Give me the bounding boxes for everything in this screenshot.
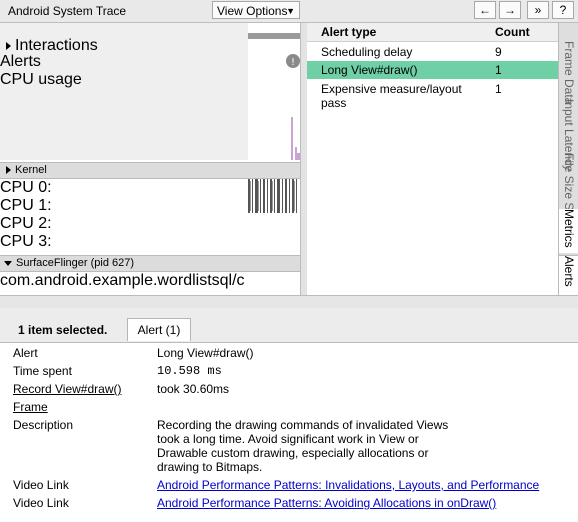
alert-value: Long View#draw() [157, 346, 254, 360]
frame-link[interactable]: Frame [13, 400, 48, 414]
cpu-3-label: CPU 3: [0, 233, 52, 250]
alert-type-cell: Scheduling delay [321, 45, 413, 59]
cpu-2-label: CPU 2: [0, 215, 52, 232]
surfaceflinger-label: SurfaceFlinger (pid 627) [16, 257, 135, 269]
expand-button[interactable]: » [527, 1, 549, 19]
cpu-slices-graphic [248, 179, 297, 213]
timeline-graphic: ! [248, 33, 300, 160]
title-bar: Android System Trace View Options ▼ ← → … [0, 0, 578, 23]
record-view-draw-link[interactable]: Record View#draw() [13, 382, 122, 396]
cpu-1-label: CPU 1: [0, 197, 52, 214]
side-tab-frame-data[interactable]: Frame Data [559, 41, 578, 104]
thread-label: com.android.example.wordlistsql/c [0, 272, 245, 289]
video-link-label: Video Link [13, 478, 69, 492]
trace-panel: Interactions Alerts CPU usage ! Kernel C… [0, 23, 300, 295]
alert-label: Alert [13, 346, 38, 360]
expand-triangle-icon [6, 41, 11, 50]
selection-count: 1 item selected. [18, 323, 108, 337]
side-tab-metrics[interactable]: Metrics [559, 209, 578, 253]
interactions-bar [248, 33, 300, 39]
timeline-overview[interactable]: ! [248, 23, 300, 160]
help-button[interactable]: ? [552, 1, 574, 19]
record-duration: took 30.60ms [157, 382, 230, 396]
time-spent-label: Time spent [13, 364, 72, 378]
alert-type-cell: Expensive measure/layout pass [321, 82, 462, 110]
cpu-track-labels: CPU 0: CPU 1: CPU 2: CPU 3: [0, 179, 248, 255]
chevron-down-icon: ▼ [286, 6, 295, 16]
tab-alert[interactable]: Alert (1) [127, 318, 191, 341]
analysis-tab-bar: 1 item selected. Alert (1) [0, 308, 578, 343]
kernel-label: Kernel [15, 164, 47, 176]
cpu-usage-spike [291, 117, 293, 160]
alert-type-cell: Long View#draw() [321, 63, 418, 77]
forward-button[interactable]: → [499, 1, 521, 19]
app-title: Android System Trace [8, 4, 127, 18]
cpu-usage-spike [295, 147, 297, 160]
expand-triangle-icon [6, 166, 11, 175]
count-header[interactable]: Count [495, 23, 530, 41]
horizontal-splitter[interactable] [0, 295, 578, 309]
description-label: Description [13, 418, 74, 432]
count-cell: 1 [495, 63, 502, 77]
count-cell: 1 [495, 82, 502, 96]
collapse-triangle-icon [4, 260, 12, 266]
side-tab-bar: Frame Data Input Latency File Size Stats… [558, 23, 578, 296]
count-cell: 9 [495, 45, 502, 59]
alert-table-header: Alert type Count [307, 23, 560, 42]
time-spent-value: 10.598 ms [157, 364, 222, 378]
side-tab-file-size-stats[interactable]: File Size Stats [559, 153, 578, 230]
alert-type-header[interactable]: Alert type [321, 23, 376, 41]
alerts-track-label: Alerts [0, 53, 41, 70]
back-button[interactable]: ← [474, 1, 496, 19]
table-row-selected[interactable]: Long View#draw() 1 [307, 61, 560, 79]
video-link-invalidations[interactable]: Android Performance Patterns: Invalidati… [157, 478, 539, 492]
surfaceflinger-track-header[interactable]: SurfaceFlinger (pid 627) [0, 255, 300, 272]
side-tab-alerts[interactable]: Alerts [559, 255, 578, 296]
interactions-label: Interactions [15, 37, 98, 54]
video-link-allocations[interactable]: Android Performance Patterns: Avoiding A… [157, 496, 496, 510]
view-options-label: View Options [217, 4, 288, 18]
svg-text:!: ! [291, 57, 295, 68]
cpu-slices[interactable] [248, 179, 300, 255]
description-text: Recording the drawing commands of invali… [157, 418, 449, 474]
video-link-label: Video Link [13, 496, 69, 510]
kernel-track-header[interactable]: Kernel [0, 162, 300, 179]
view-options-dropdown[interactable]: View Options ▼ [212, 1, 300, 19]
alert-table: Alert type Count Scheduling delay 9 Long… [307, 23, 560, 295]
alert-details: Alert Long View#draw() Time spent 10.598… [0, 343, 578, 522]
table-row[interactable]: Scheduling delay 9 [307, 43, 560, 61]
cpu-0-label: CPU 0: [0, 179, 52, 196]
cpu-usage-track-label: CPU usage [0, 71, 82, 88]
overview-track-labels: Interactions Alerts CPU usage [0, 23, 248, 160]
table-row[interactable]: Expensive measure/layout pass 1 [307, 80, 560, 112]
